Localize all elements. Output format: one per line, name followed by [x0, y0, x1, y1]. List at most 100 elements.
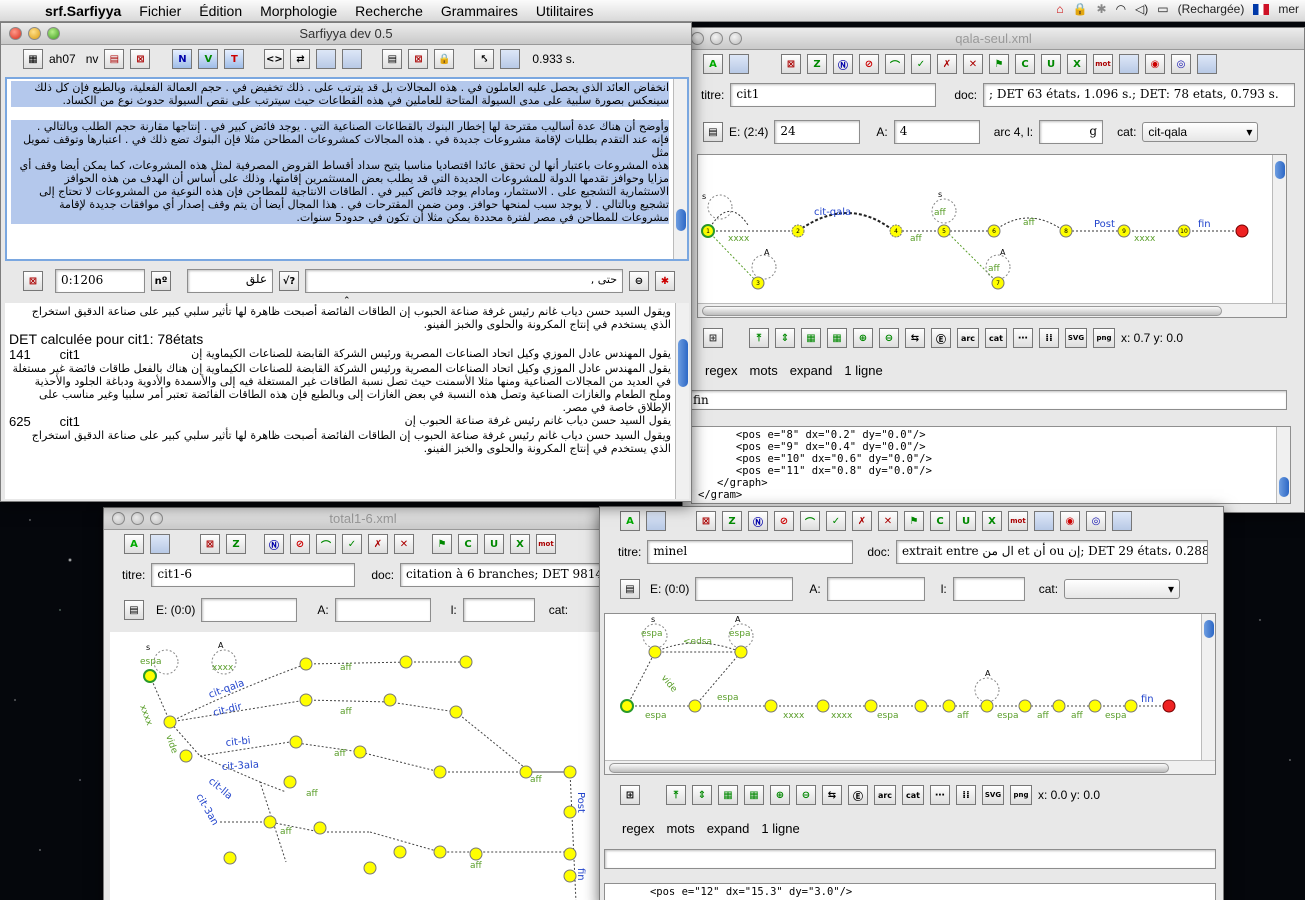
x-icon[interactable]: X [982, 511, 1002, 531]
zoom-out-icon[interactable]: ⊖ [879, 328, 899, 348]
blank-icon[interactable] [1197, 54, 1217, 74]
flag-icon[interactable]: ⚑ [904, 511, 924, 531]
minimize-button[interactable] [131, 512, 144, 525]
blank-icon[interactable] [1034, 511, 1054, 531]
doc-delete-icon[interactable]: ⊠ [408, 49, 429, 69]
lock-icon[interactable]: 🔒 [434, 49, 455, 69]
curve-icon[interactable]: ⌒ [316, 534, 336, 554]
tab-1-ligne[interactable]: 1 ligne [761, 821, 799, 836]
graph-node-12[interactable] [313, 821, 327, 835]
graph-node-6[interactable] [816, 699, 830, 713]
tab-mots[interactable]: mots [667, 821, 695, 836]
graph-node-11[interactable] [1018, 699, 1032, 713]
dots-icon[interactable]: ⋯ [1013, 328, 1033, 348]
grid2-icon[interactable]: ▦ [744, 785, 764, 805]
bluetooth-icon[interactable]: ✱ [1097, 2, 1107, 16]
xml-pane[interactable]: <pos e="8" dx="0.2" dy="0.0"/> <pos e="9… [691, 426, 1291, 504]
ring-icon[interactable]: ◉ [1145, 54, 1165, 74]
zoom-out-icon[interactable]: ⊖ [796, 785, 816, 805]
swap-icon[interactable]: ⇆ [905, 328, 925, 348]
n-icon[interactable]: Ⓝ [264, 534, 284, 554]
arc-button[interactable]: arc [957, 328, 979, 348]
dot-grid-icon[interactable]: ⁞⁞ [1039, 328, 1059, 348]
zoom-button[interactable] [47, 27, 60, 40]
tab-expand[interactable]: expand [790, 363, 833, 378]
minus-circle-icon[interactable]: ⊖ [629, 271, 649, 291]
export-icon[interactable]: ⊞ [620, 785, 640, 805]
xml-scrollbar[interactable] [1276, 427, 1290, 503]
target-icon[interactable]: ◎ [1171, 54, 1191, 74]
graph-node-8[interactable] [914, 699, 928, 713]
swap-icon[interactable]: ⇆ [822, 785, 842, 805]
mot-icon[interactable]: mot [1008, 511, 1028, 531]
blank-icon[interactable] [729, 54, 749, 74]
graph-node-5[interactable] [764, 699, 778, 713]
ring-icon[interactable]: ◉ [1060, 511, 1080, 531]
wand-icon[interactable]: ⤣ [474, 49, 495, 69]
u-icon[interactable]: U [956, 511, 976, 531]
graph-node-31[interactable] [563, 869, 577, 883]
dot-grid-icon[interactable]: ⁞⁞ [956, 785, 976, 805]
bug-icon[interactable]: ✱ [655, 271, 675, 291]
menu-grammaires[interactable]: Grammaires [432, 3, 527, 19]
cross-icon[interactable]: ✕ [963, 54, 983, 74]
close-button[interactable] [691, 32, 704, 45]
graph-node-2[interactable] [688, 699, 702, 713]
x-delete-icon[interactable]: ✗ [368, 534, 388, 554]
add-state-icon[interactable]: A [703, 54, 723, 74]
blank-icon[interactable] [1119, 54, 1139, 74]
cross-icon[interactable]: ✕ [878, 511, 898, 531]
n-icon[interactable]: N [172, 49, 193, 69]
tab-expand[interactable]: expand [707, 821, 750, 836]
c-icon[interactable]: C [458, 534, 478, 554]
menu-morphologie[interactable]: Morphologie [251, 3, 346, 19]
battery-icon[interactable]: ▭ [1157, 2, 1168, 16]
flag-icon[interactable] [1253, 3, 1270, 15]
cat-button[interactable]: cat [902, 785, 924, 805]
graph-node-25[interactable] [353, 745, 367, 759]
zip-icon[interactable]: Z [722, 511, 742, 531]
a-field[interactable] [826, 577, 925, 601]
cat-button[interactable]: cat [985, 328, 1007, 348]
minel-graph-canvas[interactable]: s A A espa espa <edsa espa espa vide xxx… [604, 613, 1216, 775]
e-field[interactable] [201, 598, 298, 622]
graph-node-13[interactable] [1088, 699, 1102, 713]
zip-icon[interactable]: Z [807, 54, 827, 74]
graph-node-9[interactable] [449, 705, 463, 719]
graph-node-20[interactable] [223, 851, 237, 865]
results-pane[interactable]: ويقول السيد حسن دياب غانم رئيس غرفة صناع… [5, 303, 689, 499]
search-field[interactable]: علق [187, 269, 273, 293]
graph-node-4[interactable] [299, 657, 313, 671]
check-icon[interactable]: ✓ [911, 54, 931, 74]
forbid-icon[interactable]: ⊘ [290, 534, 310, 554]
n-superscript-icon[interactable]: nº [151, 271, 171, 291]
svg-button[interactable]: SVG [1065, 328, 1087, 348]
graph-node-28[interactable] [563, 765, 577, 779]
graph-node-14[interactable] [1124, 699, 1138, 713]
user-name[interactable]: mer [1278, 2, 1299, 16]
e-circle-icon[interactable]: Ⓔ [848, 785, 868, 805]
blank-icon[interactable] [342, 49, 363, 69]
titre-field[interactable]: cit1-6 [151, 563, 356, 587]
graph-node-24[interactable] [289, 735, 303, 749]
graph-node-29[interactable] [563, 805, 577, 819]
brackets-icon[interactable]: <> [264, 49, 285, 69]
forbid-icon[interactable]: ⊘ [859, 54, 879, 74]
minimize-button[interactable] [710, 32, 723, 45]
cat-select[interactable]: cit-qala ▾ [1142, 122, 1259, 142]
graph-node-3[interactable] [734, 645, 748, 659]
graph-horizontal-scrollbar[interactable] [605, 760, 1215, 774]
blank-icon[interactable] [500, 49, 521, 69]
grid-delete-icon[interactable]: ⊠ [23, 271, 43, 291]
menu-app[interactable]: srf.Sarfiyya [36, 3, 130, 19]
updown-icon[interactable]: ⇕ [692, 785, 712, 805]
graph-node-3[interactable] [163, 715, 177, 729]
table-delete-icon[interactable]: ⊠ [130, 49, 151, 69]
position-field[interactable]: 0:1206 [55, 269, 145, 293]
graph-node-13[interactable] [363, 861, 377, 875]
graph-node-9[interactable] [942, 699, 956, 713]
u-icon[interactable]: U [1041, 54, 1061, 74]
graph-horizontal-scrollbar[interactable] [698, 303, 1286, 317]
graph-node-4[interactable] [648, 645, 662, 659]
grid-icon[interactable]: ▦ [718, 785, 738, 805]
